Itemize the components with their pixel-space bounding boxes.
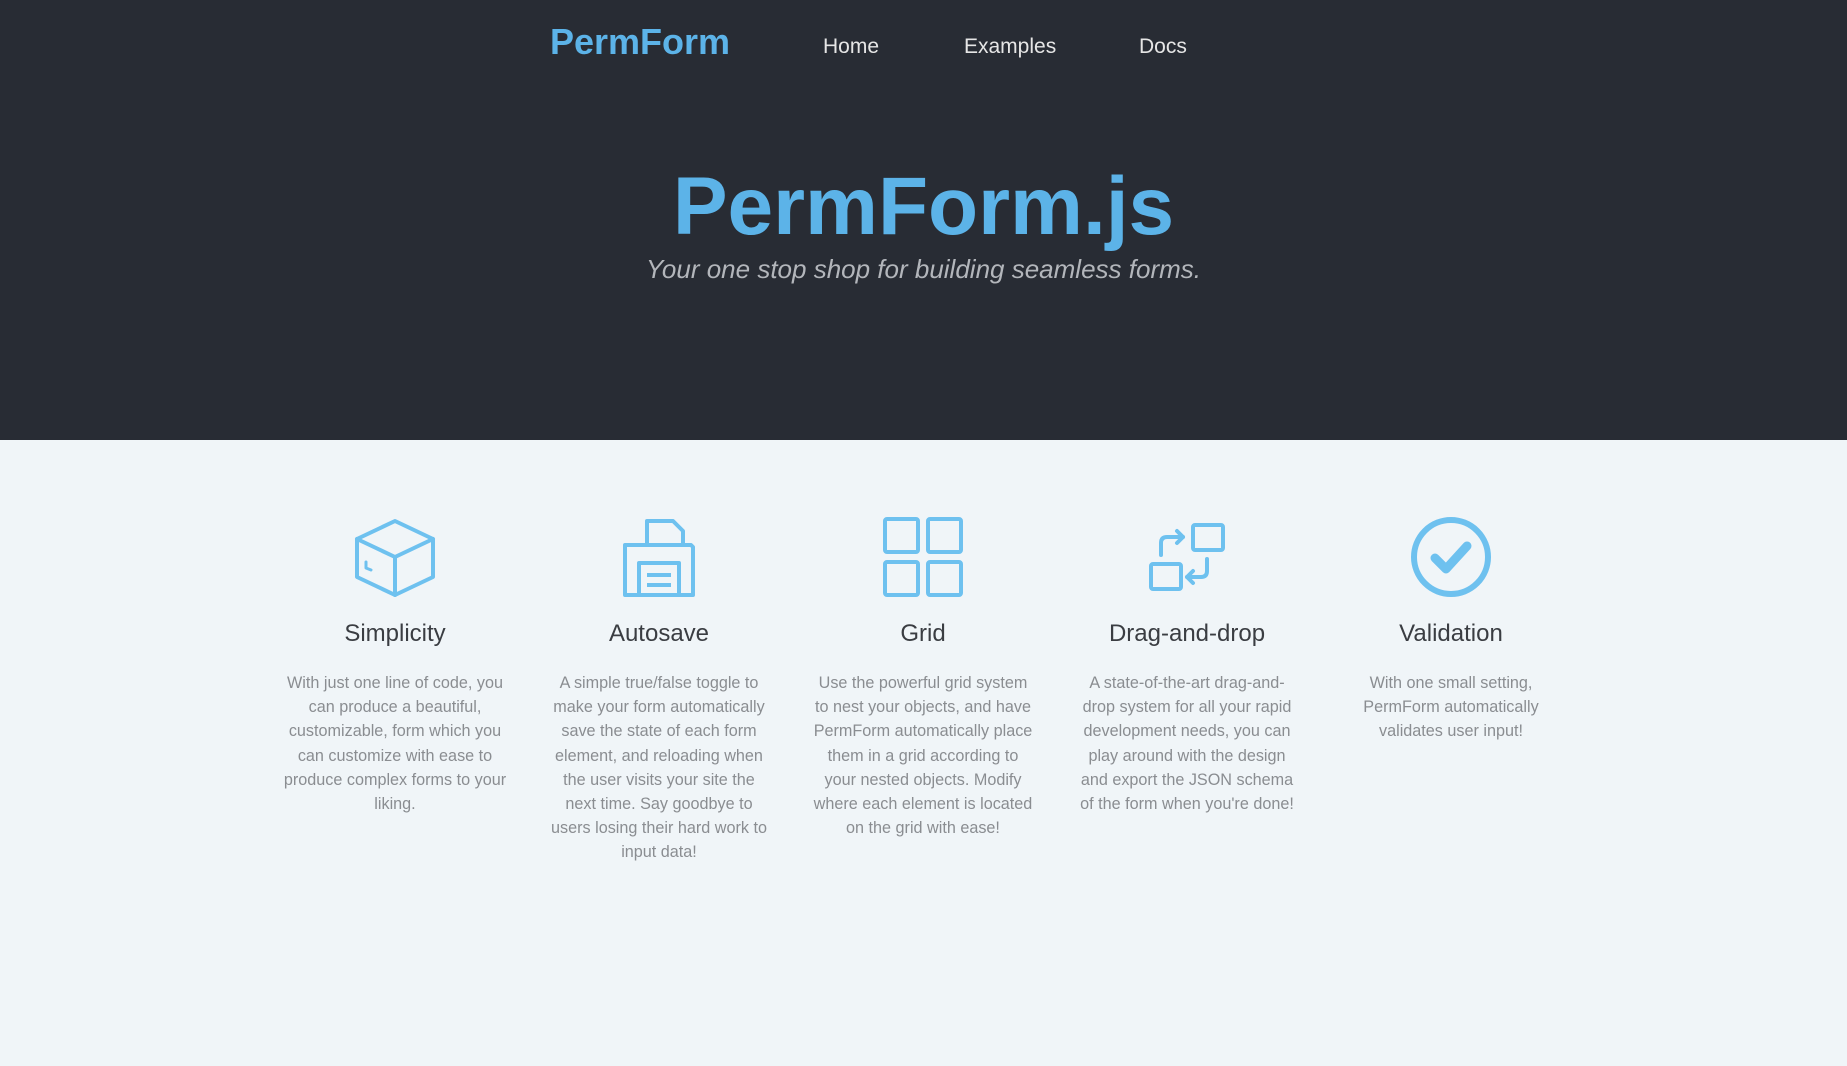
- feature-simplicity: Simplicity With just one line of code, y…: [280, 515, 510, 816]
- grid-icon: [883, 517, 963, 597]
- feature-description: A simple true/false toggle to make your …: [551, 674, 767, 862]
- features-section: Simplicity With just one line of code, y…: [0, 440, 1847, 1066]
- hero-title: PermForm.js: [672, 161, 1175, 252]
- feature-description: With just one line of code, you can prod…: [283, 674, 507, 814]
- hero-section: PermForm Home Examples Docs PermForm.js …: [0, 0, 1847, 440]
- feature-drag-and-drop: Drag-and-drop A state-of-the-art drag-an…: [1072, 515, 1302, 816]
- feature-title: Simplicity: [344, 620, 446, 647]
- feature-title: Validation: [1399, 620, 1503, 647]
- feature-description: A state-of-the-art drag-and-drop system …: [1080, 674, 1294, 814]
- feature-grid: Grid Use the powerful grid system to nes…: [808, 515, 1038, 840]
- check-circle-icon: [1411, 517, 1491, 597]
- nav-link-home[interactable]: Home: [823, 33, 879, 61]
- feature-title: Grid: [900, 620, 946, 647]
- floppy-disk-icon: [623, 519, 695, 597]
- feature-validation: Validation With one small setting, PermF…: [1336, 515, 1566, 744]
- hero-subtitle: Your one stop shop for building seamless…: [646, 254, 1201, 284]
- feature-title: Drag-and-drop: [1108, 620, 1266, 647]
- drag-and-drop-icon: [1149, 523, 1225, 591]
- feature-description: Use the powerful grid system to nest you…: [813, 674, 1033, 838]
- cube-icon: [355, 519, 435, 597]
- nav-link-docs[interactable]: Docs: [1139, 33, 1187, 61]
- feature-title: Autosave: [608, 620, 710, 647]
- nav-link-examples[interactable]: Examples: [964, 33, 1056, 61]
- feature-autosave: Autosave A simple true/false toggle to m…: [544, 515, 774, 865]
- feature-description: With one small setting, PermForm automat…: [1363, 674, 1539, 741]
- brand-logo-link[interactable]: PermForm: [550, 20, 730, 64]
